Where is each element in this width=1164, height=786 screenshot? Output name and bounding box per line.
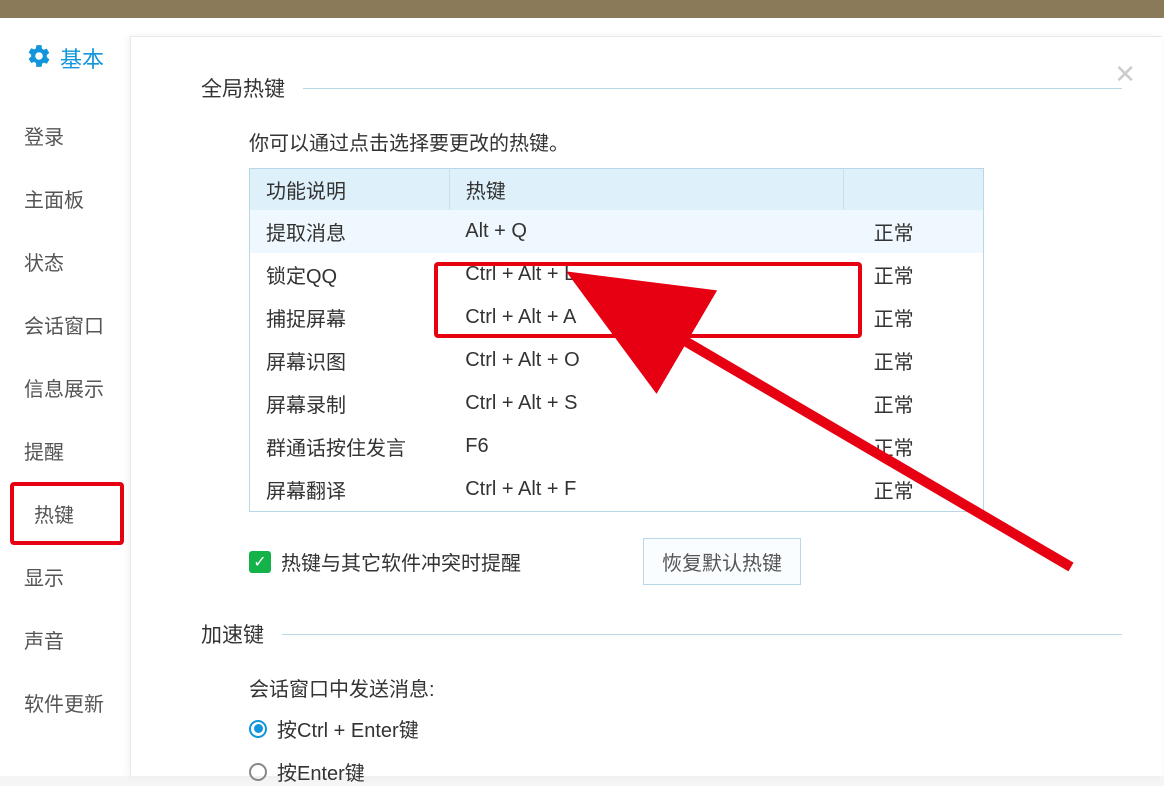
section-header-accel: 加速键 xyxy=(201,619,1122,649)
radio-label: 按Ctrl + Enter键 xyxy=(277,714,419,743)
send-key-radio-group: 按Ctrl + Enter键 按Enter键 xyxy=(249,714,1122,786)
settings-sidebar: 基本 登录 主面板 状态 会话窗口 信息展示 提醒 热键 显示 声音 软件更新 xyxy=(0,18,130,776)
col-key-header: 热键 xyxy=(449,169,843,211)
hotkey-row-capture[interactable]: 捕捉屏幕Ctrl + Alt + A正常 xyxy=(250,296,984,339)
sidebar-item-hotkey[interactable]: 热键 xyxy=(10,482,124,545)
send-msg-label: 会话窗口中发送消息: xyxy=(249,673,1122,702)
section-title-accel: 加速键 xyxy=(201,619,264,649)
divider xyxy=(282,634,1122,635)
sidebar-item-status[interactable]: 状态 xyxy=(0,230,130,293)
help-text: 你可以通过点击选择要更改的热键。 xyxy=(249,127,1122,156)
section-body: 你可以通过点击选择要更改的热键。 功能说明热键 提取消息Alt + Q正常 锁定… xyxy=(201,127,1122,585)
hotkey-settings-panel: ✕ 全局热键 你可以通过点击选择要更改的热键。 功能说明热键 提取消息Alt +… xyxy=(130,36,1162,776)
check-icon: ✓ xyxy=(249,551,271,573)
hotkey-row-ocr[interactable]: 屏幕识图Ctrl + Alt + O正常 xyxy=(250,339,984,382)
section-title-global: 全局热键 xyxy=(201,73,285,103)
section-header: 全局热键 xyxy=(201,73,1122,103)
radio-label: 按Enter键 xyxy=(277,757,365,786)
sidebar-item-login[interactable]: 登录 xyxy=(0,104,130,167)
restore-defaults-button[interactable]: 恢复默认热键 xyxy=(643,538,801,585)
sidebar-item-mainpanel[interactable]: 主面板 xyxy=(0,167,130,230)
col-func-header: 功能说明 xyxy=(250,169,450,211)
radio-enter[interactable]: 按Enter键 xyxy=(249,757,1122,786)
radio-ctrl-enter[interactable]: 按Ctrl + Enter键 xyxy=(249,714,1122,743)
conflict-checkbox-wrap[interactable]: ✓ 热键与其它软件冲突时提醒 xyxy=(249,547,521,576)
sidebar-item-update[interactable]: 软件更新 xyxy=(0,671,130,734)
accel-body: 会话窗口中发送消息: 按Ctrl + Enter键 按Enter键 xyxy=(201,673,1122,786)
hotkey-table: 功能说明热键 提取消息Alt + Q正常 锁定QQCtrl + Alt + L正… xyxy=(249,168,984,512)
global-hotkeys-section: 全局热键 你可以通过点击选择要更改的热键。 功能说明热键 提取消息Alt + Q… xyxy=(201,73,1122,585)
window-titlebar xyxy=(0,0,1164,18)
hotkey-row-lock[interactable]: 锁定QQCtrl + Alt + L正常 xyxy=(250,253,984,296)
col-status-header xyxy=(844,169,984,211)
radio-icon xyxy=(249,763,267,781)
hotkey-row-ptt[interactable]: 群通话按住发言F6正常 xyxy=(250,425,984,468)
sidebar-item-chatwindow[interactable]: 会话窗口 xyxy=(0,293,130,356)
sidebar-title: 基本 xyxy=(60,42,104,74)
sidebar-item-sound[interactable]: 声音 xyxy=(0,608,130,671)
gear-icon xyxy=(26,43,52,74)
hotkey-row-translate[interactable]: 屏幕翻译Ctrl + Alt + F正常 xyxy=(250,468,984,512)
accel-section: 加速键 会话窗口中发送消息: 按Ctrl + Enter键 按Enter键 xyxy=(201,619,1122,786)
hotkey-controls: ✓ 热键与其它软件冲突时提醒 恢复默认热键 xyxy=(249,538,1122,585)
sidebar-item-remind[interactable]: 提醒 xyxy=(0,419,130,482)
table-header-row: 功能说明热键 xyxy=(250,169,984,211)
hotkey-row-record[interactable]: 屏幕录制Ctrl + Alt + S正常 xyxy=(250,382,984,425)
hotkey-row-extract[interactable]: 提取消息Alt + Q正常 xyxy=(250,210,984,253)
close-icon[interactable]: ✕ xyxy=(1114,61,1136,87)
sidebar-item-display[interactable]: 显示 xyxy=(0,545,130,608)
divider xyxy=(303,88,1122,89)
sidebar-item-infodisplay[interactable]: 信息展示 xyxy=(0,356,130,419)
main-window: 基本 登录 主面板 状态 会话窗口 信息展示 提醒 热键 显示 声音 软件更新 … xyxy=(0,18,1164,776)
radio-icon xyxy=(249,720,267,738)
conflict-checkbox-label: 热键与其它软件冲突时提醒 xyxy=(281,547,521,576)
sidebar-header: 基本 xyxy=(0,18,130,104)
